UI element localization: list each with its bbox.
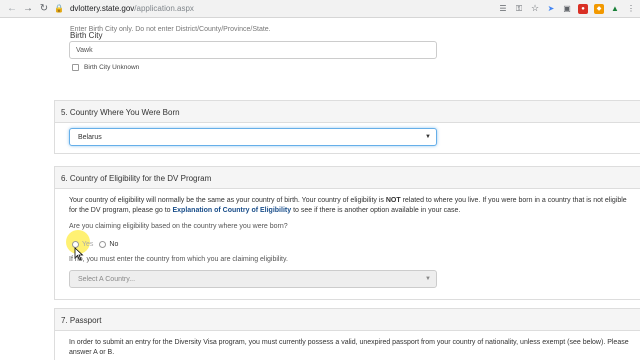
no-radio[interactable] <box>99 241 107 248</box>
eligibility-question: Are you claiming eligibility based on th… <box>69 223 288 230</box>
camera-extension-icon[interactable]: ▣ <box>562 4 572 14</box>
chevron-down-icon: ▼ <box>425 134 431 140</box>
no-radio-label[interactable]: No <box>109 241 118 248</box>
key-icon[interactable]: ⚿ <box>514 4 524 14</box>
eligibility-paragraph: Your country of eligibility will normall… <box>69 196 629 216</box>
reload-icon[interactable]: ↻ <box>36 1 52 17</box>
eligibility-country-value: Select A Country... <box>78 276 136 283</box>
country-born-value: Belarus <box>78 134 102 141</box>
green-extension-icon[interactable]: ▲ <box>610 4 620 14</box>
section-5-title: 5. Country Where You Were Born <box>55 101 640 123</box>
section-6-title: 6. Country of Eligibility for the DV Pro… <box>55 167 640 189</box>
page-content: Enter Birth City only. Do not enter Dist… <box>0 18 640 360</box>
orange-extension-icon[interactable]: ◆ <box>594 3 604 14</box>
star-icon[interactable]: ☆ <box>530 3 540 14</box>
eligibility-explanation-link[interactable]: Explanation of Country of Eligibility <box>173 207 292 214</box>
birth-city-unknown-checkbox[interactable] <box>72 64 79 71</box>
url-domain: dvlottery.state.gov <box>69 4 135 13</box>
country-born-select[interactable]: Belarus ▼ <box>69 128 437 146</box>
arrow-extension-icon[interactable]: ➤ <box>546 4 556 14</box>
address-bar[interactable]: 🔒 dvlottery.state.gov/application.aspx <box>54 2 454 16</box>
eligibility-text-c: to see if there is another option availa… <box>291 207 461 214</box>
lock-icon: 🔒 <box>54 4 64 13</box>
birth-city-label: Birth City <box>70 31 103 40</box>
url-path: /application.aspx <box>134 4 194 13</box>
back-arrow-icon[interactable]: ← <box>4 1 20 17</box>
section-7-title: 7. Passport <box>55 309 640 331</box>
eligibility-not: NOT <box>385 197 401 204</box>
if-no-instruction: If no, you must enter the country from w… <box>69 256 288 263</box>
passport-paragraph: In order to submit an entry for the Dive… <box>69 339 629 356</box>
eligibility-text-a: Your country of eligibility will normall… <box>69 197 386 204</box>
forward-arrow-icon[interactable]: → <box>20 1 36 17</box>
red-extension-icon[interactable]: ● <box>578 3 588 14</box>
translate-icon[interactable]: ☰ <box>498 4 508 14</box>
birth-city-input[interactable]: Vawk <box>69 41 437 59</box>
birth-city-unknown-row[interactable]: Birth City Unknown <box>72 64 139 71</box>
chevron-down-icon: ▼ <box>425 276 431 282</box>
extension-icons: ☰ ⚿ ☆ ➤ ▣ ● ◆ ▲ ⋮ <box>498 3 636 14</box>
menu-dots-icon[interactable]: ⋮ <box>626 4 636 14</box>
eligibility-country-select[interactable]: Select A Country... ▼ <box>69 270 437 288</box>
browser-toolbar: ← → ↻ 🔒 dvlottery.state.gov/application.… <box>0 0 640 18</box>
birth-city-unknown-label: Birth City Unknown <box>84 64 140 71</box>
